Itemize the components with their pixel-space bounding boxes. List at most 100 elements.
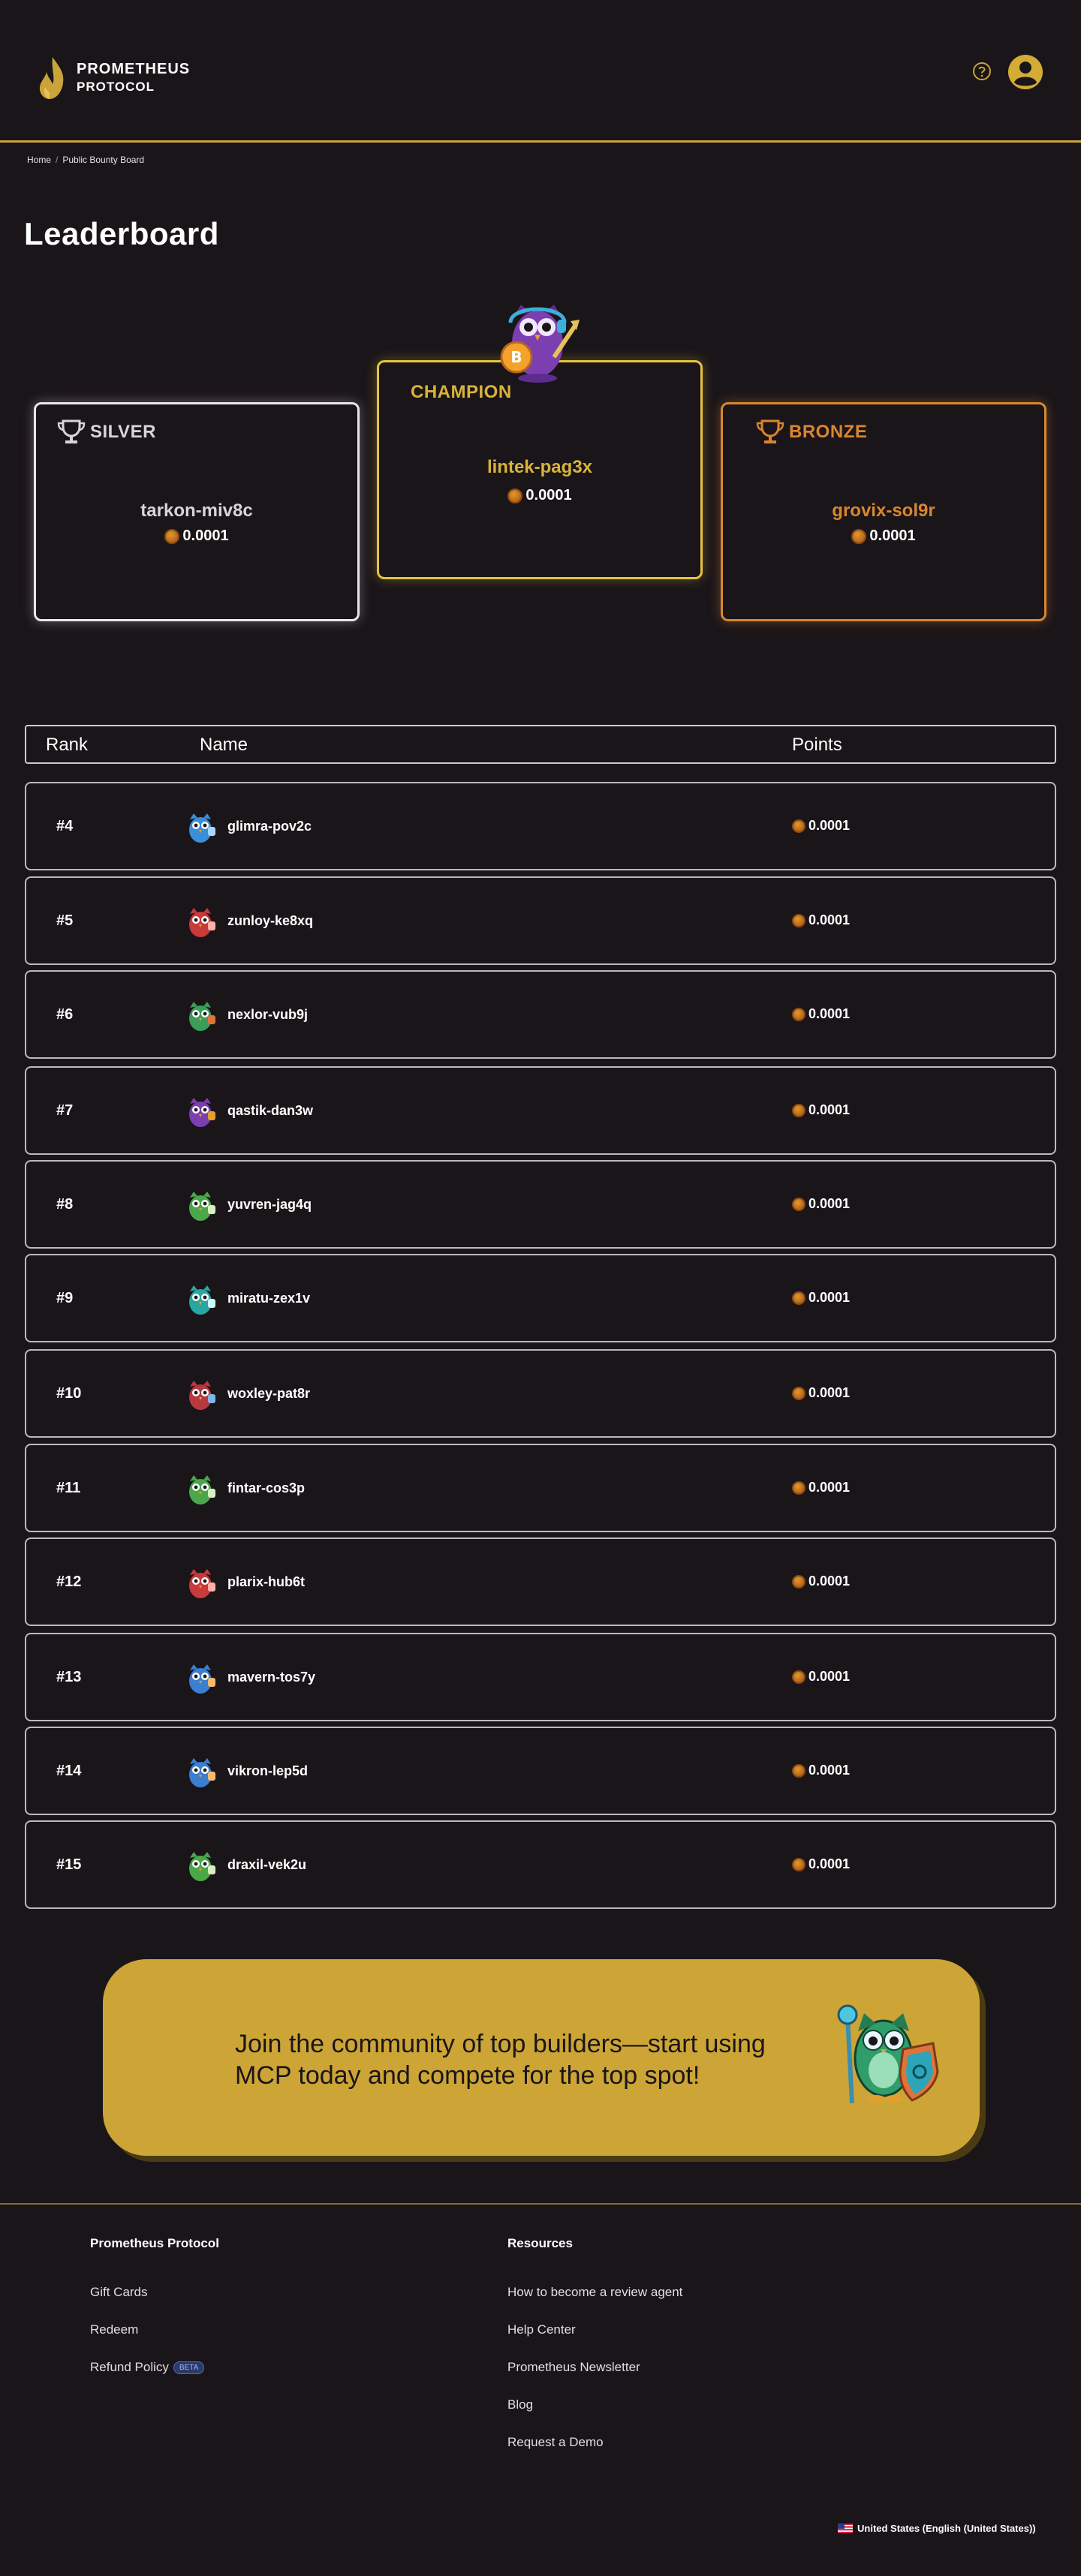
row-points: 0.0001 xyxy=(792,1196,850,1212)
points-value: 0.0001 xyxy=(808,1763,851,1778)
row-name[interactable]: fintar-cos3p xyxy=(227,1480,305,1496)
row-points: 0.0001 xyxy=(792,1669,850,1685)
purple-owl-icon xyxy=(189,1098,215,1127)
table-row[interactable]: #15 draxil-vek2u 0.0001 xyxy=(25,1820,1056,1909)
footer-link-redeem[interactable]: Redeem xyxy=(90,2311,219,2349)
row-name[interactable]: plarix-hub6t xyxy=(227,1574,305,1590)
footer-heading: Resources xyxy=(507,2236,573,2250)
coin-icon xyxy=(792,1103,805,1117)
points-value: 0.0001 xyxy=(808,1480,851,1495)
points-value: 0.0001 xyxy=(808,1385,851,1400)
coin-icon xyxy=(792,1291,805,1305)
row-points: 0.0001 xyxy=(792,1385,850,1401)
row-points: 0.0001 xyxy=(792,1856,850,1872)
row-name[interactable]: yuvren-jag4q xyxy=(227,1197,312,1213)
coin-icon xyxy=(792,1857,805,1871)
row-rank: #10 xyxy=(56,1385,82,1402)
table-row[interactable]: #6 nexlor-vub9j 0.0001 xyxy=(25,970,1056,1059)
footer-link-blog[interactable]: Blog xyxy=(507,2386,682,2424)
blue-owl-icon xyxy=(189,1664,215,1694)
user-avatar-icon[interactable] xyxy=(1007,54,1043,90)
red-robot-owl-icon xyxy=(189,1381,215,1410)
svg-text:B: B xyxy=(510,348,522,366)
podium-name[interactable]: lintek-pag3x xyxy=(379,457,700,478)
table-row[interactable]: #12 plarix-hub6t 0.0001 xyxy=(25,1537,1056,1626)
footer-divider xyxy=(0,2203,1081,2205)
green-owl-icon xyxy=(189,1852,215,1881)
site-header: PROMETHEUS PROTOCOL xyxy=(0,0,1081,143)
coin-icon xyxy=(792,1574,805,1589)
breadcrumb-current[interactable]: Public Bounty Board xyxy=(62,155,144,165)
points-value: 0.0001 xyxy=(182,528,229,544)
podium-name[interactable]: grovix-sol9r xyxy=(723,500,1044,522)
red-owl-icon xyxy=(189,908,215,937)
row-name[interactable]: glimra-pov2c xyxy=(227,819,312,834)
podium-name[interactable]: tarkon-miv8c xyxy=(36,500,357,522)
row-name[interactable]: draxil-vek2u xyxy=(227,1857,306,1873)
table-row[interactable]: #4 glimra-pov2c 0.0001 xyxy=(25,782,1056,870)
coin-icon xyxy=(792,1763,805,1778)
row-name[interactable]: qastik-dan3w xyxy=(227,1103,313,1119)
footer-link-help-center[interactable]: Help Center xyxy=(507,2311,682,2349)
green-owl-icon xyxy=(189,1192,215,1221)
column-header-rank[interactable]: Rank xyxy=(46,735,88,756)
brand-logo[interactable]: PROMETHEUS PROTOCOL xyxy=(36,56,190,101)
owl-mascot-shield-icon xyxy=(837,2004,939,2104)
coin-icon xyxy=(792,1007,805,1021)
footer-link-gift-cards[interactable]: Gift Cards xyxy=(90,2274,219,2311)
table-row[interactable]: #9 miratu-zex1v 0.0001 xyxy=(25,1254,1056,1342)
row-name[interactable]: mavern-tos7y xyxy=(227,1670,315,1685)
us-flag-icon xyxy=(838,2523,853,2533)
leaderboard-table-header: Rank Name Points xyxy=(25,725,1056,764)
tier-label-bronze: BRONZE xyxy=(756,418,867,446)
trophy-icon xyxy=(756,419,784,443)
locale-selector[interactable]: United States (English (United States)) xyxy=(838,2523,1036,2534)
brand-name-line1: PROMETHEUS xyxy=(77,61,191,77)
green-owl-icon xyxy=(189,1475,215,1504)
points-value: 0.0001 xyxy=(808,1290,851,1305)
footer-link-review-agent[interactable]: How to become a review agent xyxy=(507,2274,682,2311)
row-points: 0.0001 xyxy=(792,1006,850,1022)
table-row[interactable]: #10 woxley-pat8r 0.0001 xyxy=(25,1349,1056,1438)
flame-logo-icon xyxy=(39,57,64,99)
row-name[interactable]: zunloy-ke8xq xyxy=(227,913,313,929)
podium-card-bronze[interactable]: BRONZE grovix-sol9r 0.0001 xyxy=(721,402,1046,621)
row-name[interactable]: woxley-pat8r xyxy=(227,1386,310,1402)
champion-owl-mascot-icon: B xyxy=(500,305,580,383)
footer-heading: Prometheus Protocol xyxy=(90,2236,219,2250)
tier-text: SILVER xyxy=(90,422,156,442)
row-rank: #12 xyxy=(56,1574,82,1590)
podium-card-silver[interactable]: SILVER tarkon-miv8c 0.0001 xyxy=(34,402,360,621)
footer-link-newsletter[interactable]: Prometheus Newsletter xyxy=(507,2349,682,2386)
footer-link-request-demo[interactable]: Request a Demo xyxy=(507,2424,682,2461)
tier-label-silver: SILVER xyxy=(57,418,156,446)
podium-card-champion[interactable]: CHAMPION lintek-pag3x 0.0001 xyxy=(377,360,703,579)
row-points: 0.0001 xyxy=(792,1574,850,1589)
table-row[interactable]: #11 fintar-cos3p 0.0001 xyxy=(25,1444,1056,1532)
breadcrumb-home[interactable]: Home xyxy=(27,155,51,165)
footer-link-refund-policy[interactable]: Refund Policy BETA xyxy=(90,2349,219,2386)
table-row[interactable]: #8 yuvren-jag4q 0.0001 xyxy=(25,1160,1056,1249)
red-owl-icon xyxy=(189,1569,215,1598)
table-row[interactable]: #7 qastik-dan3w 0.0001 xyxy=(25,1066,1056,1155)
points-value: 0.0001 xyxy=(808,1006,851,1021)
table-row[interactable]: #14 vikron-lep5d 0.0001 xyxy=(25,1727,1056,1815)
row-name[interactable]: miratu-zex1v xyxy=(227,1291,310,1306)
coin-icon xyxy=(164,528,180,544)
podium-points: 0.0001 xyxy=(36,528,357,545)
row-name[interactable]: nexlor-vub9j xyxy=(227,1007,308,1023)
beta-badge: BETA xyxy=(173,2361,205,2374)
points-value: 0.0001 xyxy=(808,1196,851,1211)
row-rank: #9 xyxy=(56,1290,74,1306)
points-value: 0.0001 xyxy=(808,1669,851,1684)
podium-points: 0.0001 xyxy=(379,487,700,504)
row-points: 0.0001 xyxy=(792,1480,850,1495)
column-header-name[interactable]: Name xyxy=(200,735,248,756)
help-icon[interactable] xyxy=(972,62,992,81)
table-row[interactable]: #5 zunloy-ke8xq 0.0001 xyxy=(25,876,1056,965)
column-header-points[interactable]: Points xyxy=(792,735,842,756)
tier-label-champion: CHAMPION xyxy=(411,382,512,403)
table-row[interactable]: #13 mavern-tos7y 0.0001 xyxy=(25,1633,1056,1721)
breadcrumb-separator: / xyxy=(56,155,59,165)
row-name[interactable]: vikron-lep5d xyxy=(227,1763,308,1779)
